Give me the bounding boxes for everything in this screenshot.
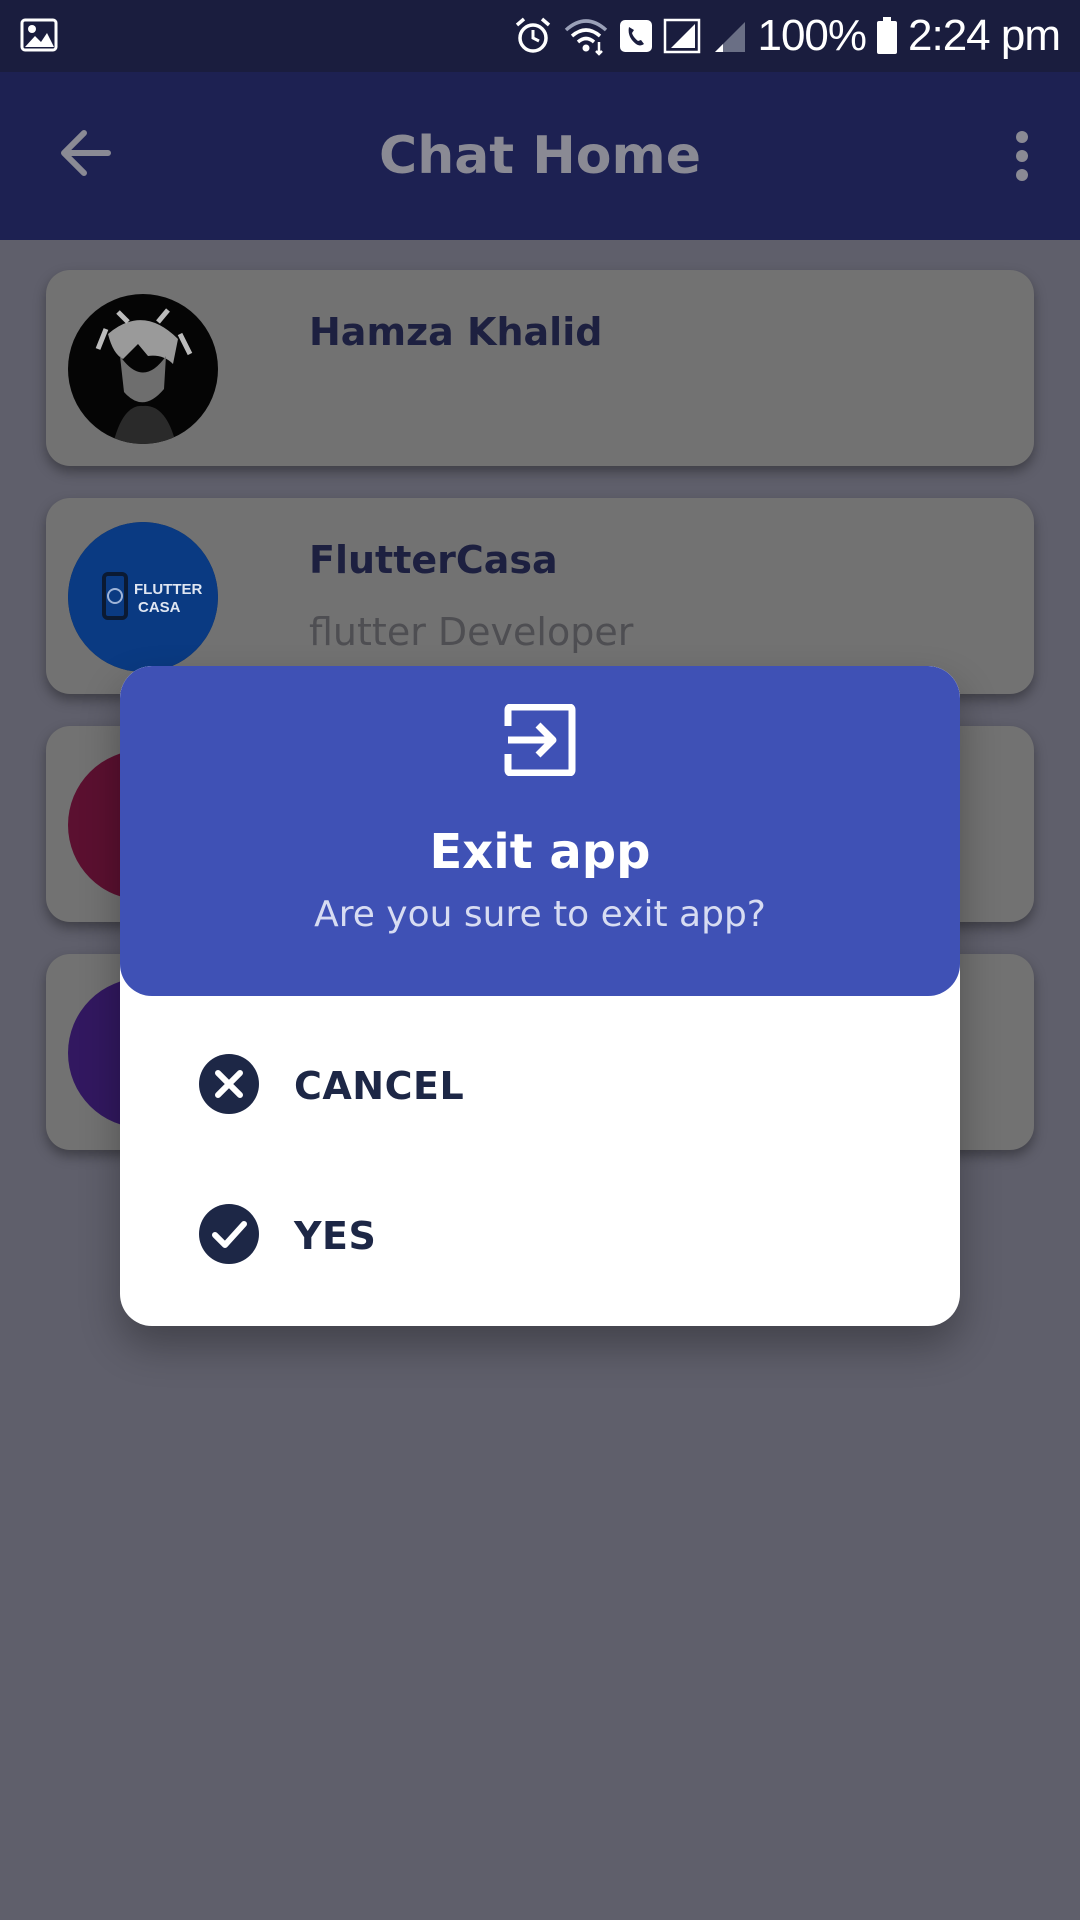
chat-item-hamza-khalid[interactable]: Hamza Khalid (46, 270, 1034, 466)
call-icon (619, 19, 653, 53)
battery-percent: 100% (757, 11, 867, 60)
status-icons: 100% 2:24 pm (513, 0, 1061, 72)
alarm-icon (513, 16, 553, 56)
cancel-button[interactable]: CANCEL (198, 1046, 464, 1126)
app-bar: Chat Home (0, 72, 1080, 240)
chat-subtitle: flutter Developer (309, 610, 634, 654)
dialog-header: Exit app Are you sure to exit app? (120, 666, 960, 996)
check-circle-icon (198, 1203, 260, 1269)
chat-name: FlutterCasa (309, 538, 558, 582)
chat-item-fluttercasa[interactable]: FLUTTER CASA FlutterCasa flutter Develop… (46, 498, 1034, 694)
avatar: FLUTTER CASA (68, 522, 218, 672)
battery-icon (876, 17, 898, 55)
exit-to-app-icon (504, 703, 576, 780)
signal-weak-icon (713, 18, 747, 54)
more-vert-icon[interactable] (1012, 130, 1032, 186)
status-bar: 100% 2:24 pm (0, 0, 1080, 72)
cancel-label: CANCEL (294, 1064, 465, 1108)
yes-label: YES (294, 1214, 377, 1258)
dialog-message: Are you sure to exit app? (314, 894, 766, 935)
yes-button[interactable]: YES (198, 1196, 376, 1276)
gallery-notification-icon (20, 18, 58, 56)
signal-icon (663, 16, 703, 56)
dialog-title: Exit app (429, 824, 651, 880)
close-circle-icon (198, 1053, 260, 1119)
avatar-text-line1: FLUTTER (134, 581, 202, 598)
avatar (68, 294, 218, 444)
chat-name: Hamza Khalid (309, 310, 603, 354)
clock: 2:24 pm (908, 11, 1061, 60)
page-title: Chat Home (379, 126, 701, 186)
exit-dialog: Exit app Are you sure to exit app? CANCE… (120, 666, 960, 1326)
wifi-icon (563, 16, 609, 56)
avatar-text-line2: CASA (138, 599, 181, 616)
